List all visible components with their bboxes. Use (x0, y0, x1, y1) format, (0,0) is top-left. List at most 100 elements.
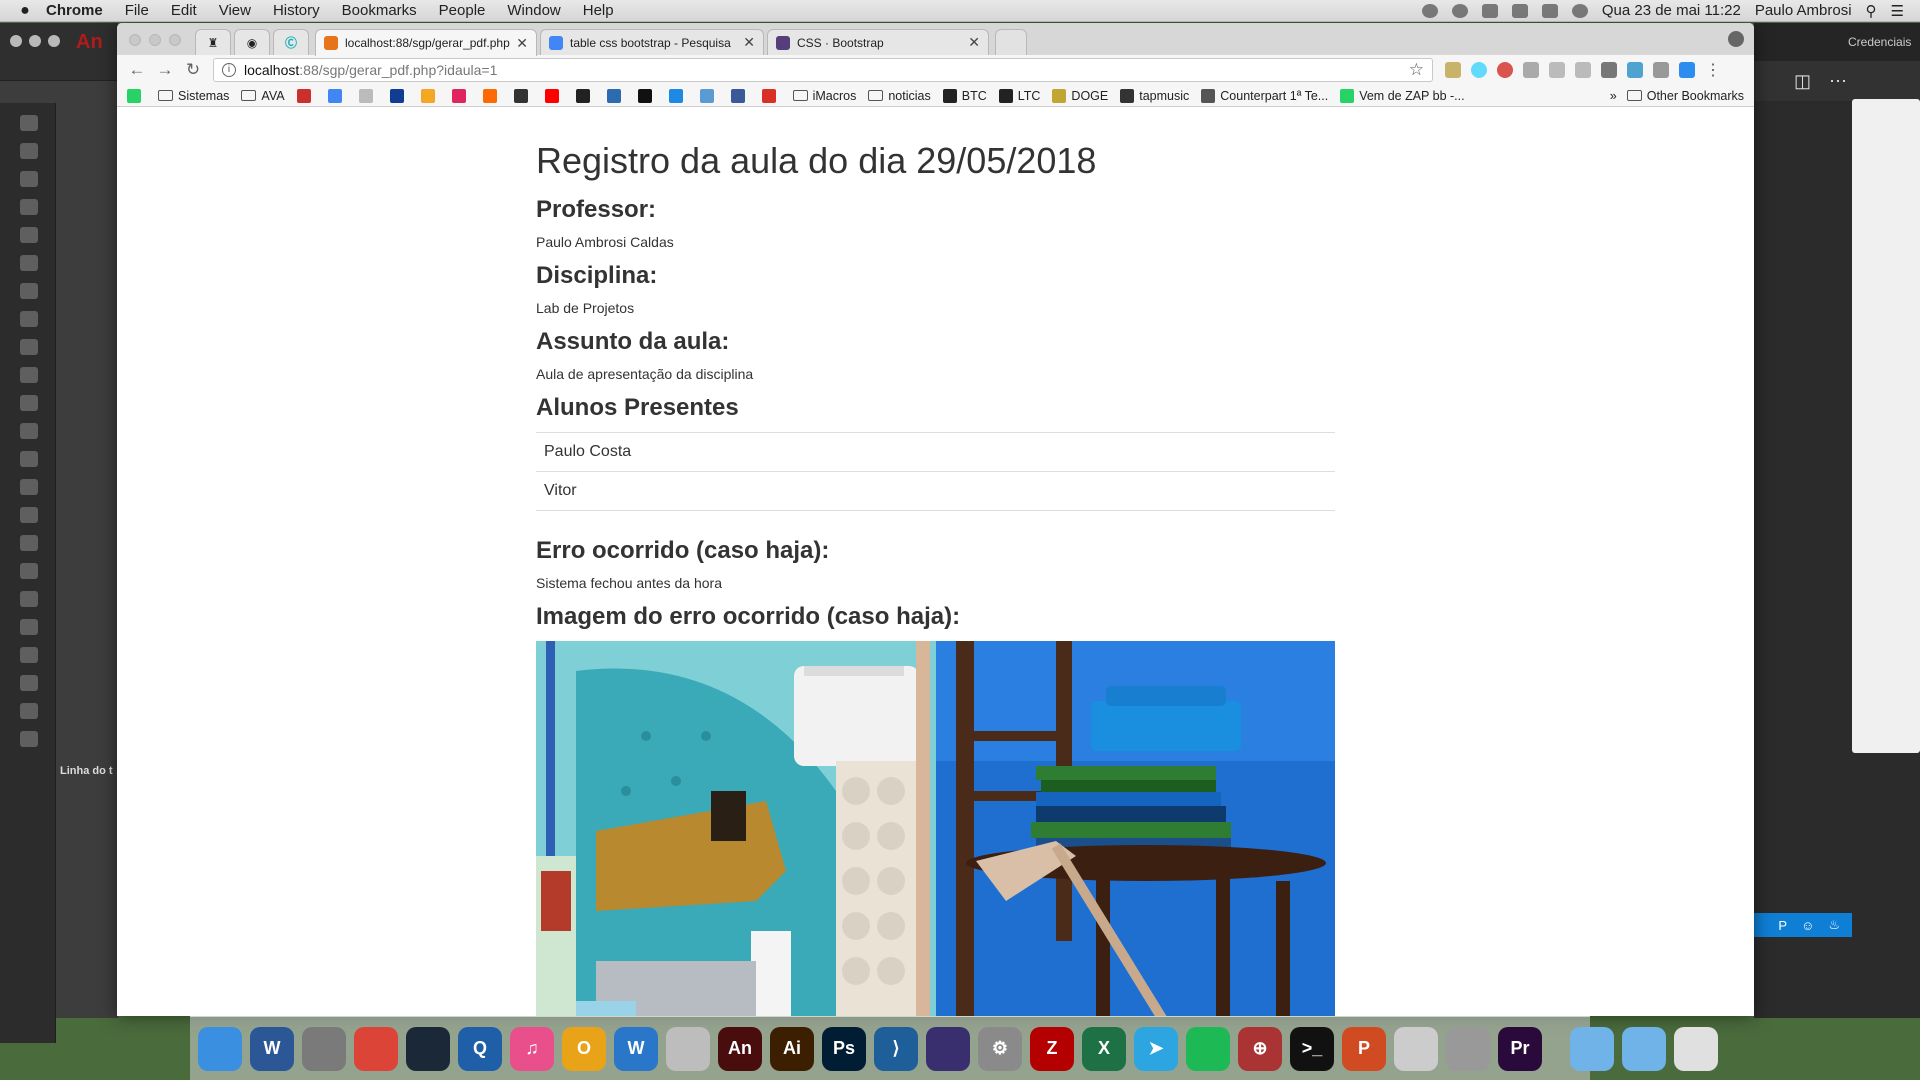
bookmark-folder[interactable]: Sistemas (158, 89, 229, 103)
dock-app-opera[interactable]: O (562, 1026, 606, 1071)
notification-center-icon[interactable]: ☰ (1891, 2, 1904, 20)
sync-icon[interactable] (1451, 3, 1468, 18)
bookmark-item[interactable] (730, 88, 750, 103)
bone-tool-icon[interactable] (20, 507, 38, 523)
apple-icon[interactable]: ● (14, 2, 36, 20)
brush-tool-icon[interactable] (20, 451, 38, 467)
3d-rotation-tool-icon[interactable] (20, 199, 38, 215)
status-app-icon[interactable] (1421, 3, 1438, 18)
menu-file[interactable]: File (125, 2, 149, 19)
profile-icon[interactable] (1728, 31, 1744, 47)
eraser-tool-icon[interactable] (20, 619, 38, 635)
dock-app-steam[interactable] (406, 1026, 450, 1071)
tab-bootstrap[interactable]: CSS · Bootstrap ✕ (767, 29, 989, 55)
paint-bucket-tool-icon[interactable] (20, 535, 38, 551)
bookmark-item[interactable] (606, 88, 626, 103)
bluetooth-icon[interactable] (1541, 3, 1558, 18)
bookmark-item[interactable] (127, 88, 146, 103)
bookmark-folder[interactable]: iMacros (792, 89, 856, 103)
menu-view[interactable]: View (219, 2, 251, 19)
menu-people[interactable]: People (439, 2, 486, 19)
extension-icon[interactable] (1627, 62, 1643, 78)
dock-app-telegram[interactable]: ➤ (1134, 1026, 1178, 1071)
bookmark-item[interactable] (451, 88, 471, 103)
dock-app-wireshark-like[interactable]: W (614, 1026, 658, 1071)
dock-app-animate[interactable]: An (718, 1026, 762, 1071)
volume-icon[interactable] (1481, 3, 1498, 18)
bookmark-folder[interactable]: noticias (868, 89, 931, 103)
download-extension-icon[interactable] (1679, 62, 1695, 78)
dock-app-illustrator[interactable]: Ai (770, 1026, 814, 1071)
minimize-window-button[interactable] (149, 34, 161, 46)
pinned-tab-1[interactable]: ♜ (195, 29, 231, 55)
transform-tool-icon[interactable] (20, 171, 38, 187)
dock-app-word[interactable]: W (250, 1026, 294, 1071)
dock-app-photoshop[interactable]: Ps (822, 1026, 866, 1071)
paint-brush-tool-icon[interactable] (20, 479, 38, 495)
pencil-tool-icon[interactable] (20, 423, 38, 439)
dock-app-target-app[interactable]: ⊕ (1238, 1026, 1282, 1071)
bookmark-item[interactable] (761, 88, 781, 103)
smiley-icon[interactable]: ☺ (1801, 918, 1814, 933)
tab-localhost[interactable]: localhost:88/sgp/gerar_pdf.php ✕ (315, 29, 537, 56)
camera-tool-icon[interactable] (20, 675, 38, 691)
lasso-tool-icon[interactable] (20, 227, 38, 243)
wifi-icon[interactable] (1571, 3, 1588, 18)
bookmark-folder[interactable]: AVA (241, 89, 285, 103)
dock-app-utility-app[interactable] (1446, 1026, 1490, 1071)
bookmark-item[interactable]: DOGE (1052, 88, 1108, 103)
pen-tool-icon[interactable] (20, 255, 38, 271)
menubar-datetime[interactable]: Qua 23 de mai 11:22 (1602, 2, 1741, 19)
tab-close-icon[interactable]: ✕ (743, 34, 755, 51)
extension-icon[interactable] (1549, 62, 1565, 78)
bookmark-item[interactable] (575, 88, 595, 103)
tab-close-icon[interactable]: ✕ (516, 35, 528, 52)
menu-edit[interactable]: Edit (171, 2, 197, 19)
address-bar[interactable]: i localhost:88/sgp/gerar_pdf.php?idaula=… (213, 58, 1433, 82)
dock-app-settings-gear[interactable]: ⚙ (978, 1026, 1022, 1071)
bookmark-item[interactable] (296, 88, 316, 103)
bookmark-item[interactable] (513, 88, 533, 103)
dock-applications-folder[interactable] (1622, 1026, 1666, 1071)
eject-icon[interactable] (1511, 3, 1528, 18)
dock-app-finder[interactable] (198, 1026, 242, 1071)
polystar-tool-icon[interactable] (20, 395, 38, 411)
dock-app-terminal[interactable]: >_ (1290, 1026, 1334, 1071)
adblock-icon[interactable] (1497, 62, 1513, 78)
window-controls[interactable] (129, 34, 181, 46)
bookmark-item[interactable] (389, 88, 409, 103)
split-view-icon[interactable]: ◫ (1794, 71, 1811, 92)
width-tool-icon[interactable] (20, 647, 38, 663)
ink-bottle-tool-icon[interactable] (20, 563, 38, 579)
bookmark-item[interactable] (358, 88, 378, 103)
timeline-panel-label[interactable]: Linha do t (60, 765, 113, 777)
eyedropper-tool-icon[interactable] (20, 591, 38, 607)
dock-app-filezilla[interactable]: Z (1030, 1026, 1074, 1071)
menu-window[interactable]: Window (507, 2, 560, 19)
bookmark-item[interactable] (668, 88, 688, 103)
dock-downloads-folder[interactable] (1570, 1026, 1614, 1071)
bookmark-item[interactable] (544, 88, 564, 103)
dock-app-premiere[interactable]: Pr (1498, 1026, 1542, 1071)
more-options-icon[interactable]: ⋯ (1829, 71, 1847, 92)
selection-tool-icon[interactable] (20, 115, 38, 131)
dock-trash[interactable] (1674, 1026, 1718, 1071)
dock-app-folder-app[interactable] (666, 1026, 710, 1071)
dock-app-presentation-p[interactable]: P (1342, 1026, 1386, 1071)
text-tool-icon[interactable] (20, 283, 38, 299)
dock-app-excel-x[interactable]: X (1082, 1026, 1126, 1071)
oval-tool-icon[interactable] (20, 367, 38, 383)
menu-history[interactable]: History (273, 2, 320, 19)
new-tab-button[interactable] (995, 29, 1027, 55)
tab-close-icon[interactable]: ✕ (968, 34, 980, 51)
extension-icon[interactable] (1523, 62, 1539, 78)
pinned-tab-2[interactable]: ◉ (234, 29, 270, 55)
extension-icon[interactable] (1653, 62, 1669, 78)
spotlight-icon[interactable]: ⚲ (1866, 2, 1877, 20)
back-icon[interactable]: ← (125, 60, 149, 80)
menu-bookmarks[interactable]: Bookmarks (342, 2, 417, 19)
bookmarks-more-chevron[interactable]: » (1610, 89, 1617, 103)
bookmark-item[interactable] (420, 88, 440, 103)
zoom-window-button[interactable] (169, 34, 181, 46)
dock-app-system-preferences[interactable] (302, 1026, 346, 1071)
